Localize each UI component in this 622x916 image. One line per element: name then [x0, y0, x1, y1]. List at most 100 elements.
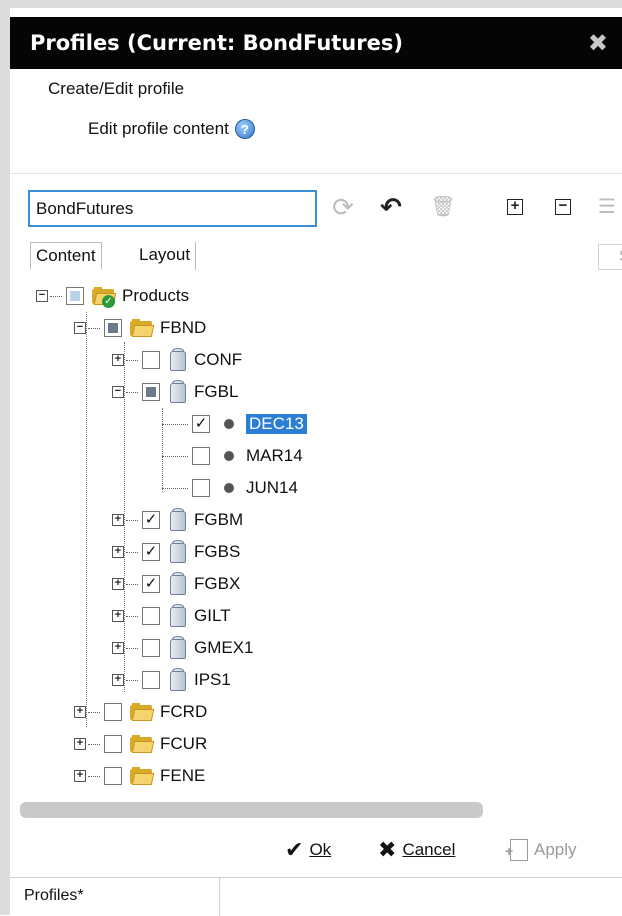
tree-label: FGBS: [194, 542, 241, 561]
ok-button[interactable]: ✔ Ok: [285, 835, 331, 865]
cancel-button[interactable]: ✖ Cancel: [378, 835, 455, 865]
help-icon[interactable]: ?: [234, 119, 255, 139]
checkbox-checked[interactable]: ✓: [142, 575, 160, 593]
checkbox-checked[interactable]: ✓: [142, 511, 160, 529]
collapse-toggle[interactable]: −: [112, 386, 124, 398]
expand-toggle[interactable]: +: [112, 354, 124, 366]
profile-name-input[interactable]: BondFutures: [28, 190, 317, 227]
horizontal-scrollbar[interactable]: [20, 802, 483, 818]
tree-label: FGBX: [194, 574, 241, 593]
tree-node-fene[interactable]: + FENE: [74, 760, 205, 792]
expand-toggle[interactable]: +: [74, 706, 86, 718]
contract-dot-icon: [224, 419, 234, 429]
tree-node-fgbs[interactable]: + ✓ FGBS: [112, 536, 240, 568]
checkmark-icon: ✔: [285, 837, 304, 862]
tree-connector: [50, 295, 62, 297]
checkbox-checked[interactable]: ✓: [142, 543, 160, 561]
tree-connector: [162, 423, 188, 425]
tree-label: GMEX1: [194, 638, 254, 657]
tree-label: CONF: [194, 350, 243, 369]
tree-node-ips1[interactable]: + IPS1: [112, 664, 231, 696]
contract-dot-icon: [224, 451, 234, 461]
apply-icon: [505, 836, 528, 866]
tree-label: GILT: [194, 606, 231, 625]
expand-toggle[interactable]: +: [74, 738, 86, 750]
tree-connector: [86, 312, 87, 727]
expand-toggle[interactable]: +: [74, 770, 86, 782]
tab-content[interactable]: Content: [30, 242, 102, 270]
expand-all-icon[interactable]: +: [507, 198, 523, 215]
folder-icon: [130, 703, 155, 721]
tree-node-gmex1[interactable]: + GMEX1: [112, 632, 254, 664]
tree-connector: [88, 711, 100, 713]
expand-toggle[interactable]: +: [112, 578, 124, 590]
tree-node-fgbx[interactable]: + ✓ FGBX: [112, 568, 240, 600]
edit-profile-content-label: Edit profile content: [88, 119, 229, 138]
tree-connector: [162, 487, 188, 489]
search-input[interactable]: S: [598, 244, 622, 270]
tree-connector: [126, 519, 138, 521]
undo-icon[interactable]: ↶: [378, 192, 404, 222]
expand-toggle[interactable]: +: [112, 546, 124, 558]
tree-connector: [88, 775, 100, 777]
window-top-strip: [0, 0, 622, 8]
tree-node-conf[interactable]: + CONF: [112, 344, 242, 376]
tree-node-mar14[interactable]: MAR14: [162, 440, 303, 472]
expand-toggle[interactable]: +: [112, 514, 124, 526]
checkbox[interactable]: [104, 767, 122, 785]
apply-button[interactable]: Apply: [505, 835, 577, 866]
trash-icon[interactable]: 🗑: [430, 192, 456, 222]
checkbox[interactable]: [142, 351, 160, 369]
collapse-toggle[interactable]: −: [36, 290, 48, 302]
expand-toggle[interactable]: +: [112, 610, 124, 622]
checkbox[interactable]: [192, 447, 210, 465]
expand-toggle[interactable]: +: [112, 674, 124, 686]
folder-icon: [130, 319, 155, 337]
contract-dot-icon: [224, 483, 234, 493]
checkbox[interactable]: [192, 479, 210, 497]
tree-node-products[interactable]: − ✓ Products: [36, 280, 189, 312]
collapse-all-icon[interactable]: −: [555, 198, 571, 215]
tree-connector: [88, 327, 100, 329]
tree-node-fgbl[interactable]: − FGBL: [112, 376, 238, 408]
tree-node-fcur[interactable]: + FCUR: [74, 728, 207, 760]
tree-node-fbnd[interactable]: − FBND: [74, 312, 206, 344]
tree-label: FGBL: [194, 382, 239, 401]
checkbox[interactable]: [142, 607, 160, 625]
tree-label: MAR14: [246, 446, 303, 465]
checkbox[interactable]: [104, 735, 122, 753]
list-icon[interactable]: ☰: [594, 192, 620, 222]
header-area: Create/Edit profile Edit profile content…: [10, 69, 622, 174]
tree-node-gilt[interactable]: + GILT: [112, 600, 231, 632]
tree-connector: [126, 615, 138, 617]
ok-label: Ok: [309, 840, 332, 859]
tree-connector: [126, 359, 138, 361]
collapse-toggle[interactable]: −: [74, 322, 86, 334]
checkbox[interactable]: [142, 671, 160, 689]
tree-connector: [126, 391, 138, 393]
close-icon[interactable]: ✖: [588, 17, 608, 69]
apply-label: Apply: [534, 840, 577, 859]
tree-node-fgbm[interactable]: + ✓ FGBM: [112, 504, 243, 536]
instrument-icon: [168, 668, 188, 692]
checkbox[interactable]: [142, 639, 160, 657]
checkbox[interactable]: [104, 703, 122, 721]
tree-node-fcrd[interactable]: + FCRD: [74, 696, 207, 728]
instrument-icon: [168, 604, 188, 628]
refresh-icon[interactable]: ⟳: [330, 192, 356, 222]
checkbox-partial[interactable]: [66, 287, 84, 305]
product-tree: − ✓ Products − FBND + CONF − FGBL ✓ DEC1…: [10, 272, 622, 792]
tab-layout[interactable]: Layout: [134, 242, 197, 270]
expand-toggle[interactable]: +: [112, 642, 124, 654]
checkbox-partial[interactable]: [142, 383, 160, 401]
tree-node-dec13[interactable]: ✓ DEC13: [162, 408, 307, 440]
instrument-icon: [168, 572, 188, 596]
tree-node-jun14[interactable]: JUN14: [162, 472, 298, 504]
tree-label: FBND: [160, 318, 207, 337]
folder-check-icon: ✓: [92, 287, 117, 308]
checkbox-checked[interactable]: ✓: [192, 415, 210, 433]
checkbox-partial[interactable]: [104, 319, 122, 337]
tree-connector: [126, 551, 138, 553]
close-icon: ✖: [378, 837, 397, 862]
tree-connector: [126, 647, 138, 649]
